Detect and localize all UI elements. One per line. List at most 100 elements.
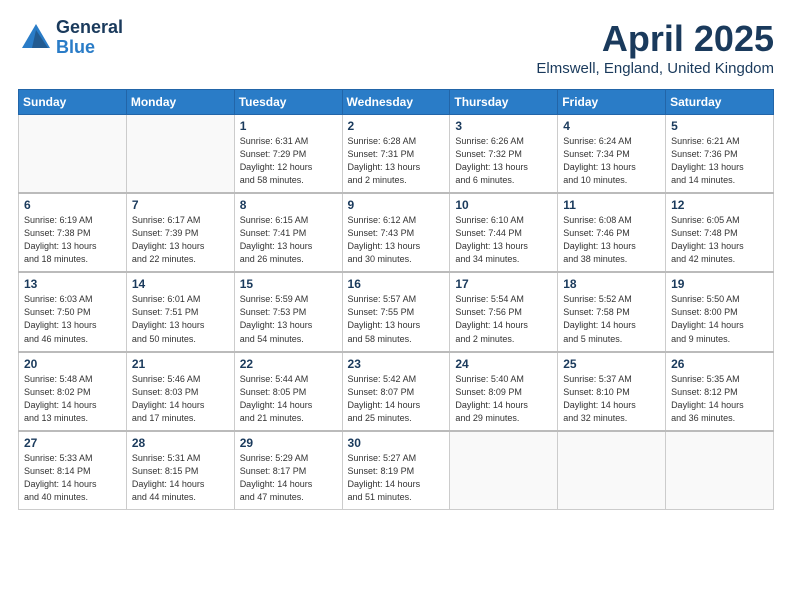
calendar-cell: 10Sunrise: 6:10 AM Sunset: 7:44 PM Dayli… [450,193,558,272]
day-number: 16 [348,277,445,291]
logo-text: General Blue [56,18,123,58]
calendar-cell: 24 Sunrise: 5:40 AM Sunset: 8:09 PM Dayli… [450,352,558,431]
day-number: 2 [348,119,445,133]
calendar-cell [666,431,774,510]
day-number: 22 [240,357,337,371]
day-detail: Sunrise: 5:59 AM Sunset: 7:53 PM Dayligh… [240,293,337,345]
logo: General Blue [18,18,123,58]
calendar-cell: 19 Sunrise: 5:50 AM Sunset: 8:00 PM Dayli… [666,272,774,351]
month-title: April 2025 [536,18,774,60]
day-number: 5 [671,119,768,133]
day-detail: Sunrise: 5:35 AM Sunset: 8:12 PM Dayligh… [671,373,768,425]
day-detail: Sunrise: 6:24 AM Sunset: 7:34 PM Dayligh… [563,135,660,187]
day-number: 7 [132,198,229,212]
calendar-cell: 27Sunrise: 5:33 AM Sunset: 8:14 PM Dayli… [19,431,127,510]
weekday-header-thursday: Thursday [450,90,558,115]
day-number: 20 [24,357,121,371]
calendar-table: SundayMondayTuesdayWednesdayThursdayFrid… [18,89,774,510]
weekday-header-monday: Monday [126,90,234,115]
calendar-cell: 9 Sunrise: 6:12 AM Sunset: 7:43 PM Daylig… [342,193,450,272]
day-number: 30 [348,436,445,450]
calendar-cell: 3 Sunrise: 6:26 AM Sunset: 7:32 PM Daylig… [450,115,558,194]
day-detail: Sunrise: 6:26 AM Sunset: 7:32 PM Dayligh… [455,135,552,187]
day-detail: Sunrise: 6:01 AM Sunset: 7:51 PM Dayligh… [132,293,229,345]
day-detail: Sunrise: 6:21 AM Sunset: 7:36 PM Dayligh… [671,135,768,187]
day-detail: Sunrise: 5:27 AM Sunset: 8:19 PM Dayligh… [348,452,445,504]
day-number: 6 [24,198,121,212]
day-number: 29 [240,436,337,450]
day-detail: Sunrise: 6:03 AM Sunset: 7:50 PM Dayligh… [24,293,121,345]
calendar-cell: 6 Sunrise: 6:19 AM Sunset: 7:38 PM Daylig… [19,193,127,272]
calendar-cell: 14Sunrise: 6:01 AM Sunset: 7:51 PM Dayli… [126,272,234,351]
calendar-cell [558,431,666,510]
calendar-cell [450,431,558,510]
weekday-header-saturday: Saturday [666,90,774,115]
calendar-cell: 1 Sunrise: 6:31 AM Sunset: 7:29 PM Daylig… [234,115,342,194]
day-detail: Sunrise: 5:42 AM Sunset: 8:07 PM Dayligh… [348,373,445,425]
day-detail: Sunrise: 6:28 AM Sunset: 7:31 PM Dayligh… [348,135,445,187]
day-number: 13 [24,277,121,291]
logo-general-text: General [56,18,123,38]
day-detail: Sunrise: 6:15 AM Sunset: 7:41 PM Dayligh… [240,214,337,266]
calendar-cell: 30 Sunrise: 5:27 AM Sunset: 8:19 PM Dayli… [342,431,450,510]
day-detail: Sunrise: 5:57 AM Sunset: 7:55 PM Dayligh… [348,293,445,345]
calendar-cell: 7Sunrise: 6:17 AM Sunset: 7:39 PM Daylig… [126,193,234,272]
day-number: 19 [671,277,768,291]
day-number: 28 [132,436,229,450]
day-detail: Sunrise: 6:08 AM Sunset: 7:46 PM Dayligh… [563,214,660,266]
calendar-cell: 8 Sunrise: 6:15 AM Sunset: 7:41 PM Daylig… [234,193,342,272]
calendar-week-row: 6 Sunrise: 6:19 AM Sunset: 7:38 PM Daylig… [19,193,774,272]
calendar-cell: 12 Sunrise: 6:05 AM Sunset: 7:48 PM Dayli… [666,193,774,272]
weekday-header-wednesday: Wednesday [342,90,450,115]
day-number: 17 [455,277,552,291]
calendar-week-row: 27Sunrise: 5:33 AM Sunset: 8:14 PM Dayli… [19,431,774,510]
calendar-cell: 5 Sunrise: 6:21 AM Sunset: 7:36 PM Daylig… [666,115,774,194]
day-detail: Sunrise: 5:44 AM Sunset: 8:05 PM Dayligh… [240,373,337,425]
calendar-week-row: 20 Sunrise: 5:48 AM Sunset: 8:02 PM Dayli… [19,352,774,431]
day-number: 21 [132,357,229,371]
calendar-cell: 20 Sunrise: 5:48 AM Sunset: 8:02 PM Dayli… [19,352,127,431]
title-block: April 2025 Elmswell, England, United Kin… [536,18,774,77]
day-number: 24 [455,357,552,371]
day-number: 18 [563,277,660,291]
calendar-cell: 2 Sunrise: 6:28 AM Sunset: 7:31 PM Daylig… [342,115,450,194]
day-number: 23 [348,357,445,371]
day-detail: Sunrise: 5:48 AM Sunset: 8:02 PM Dayligh… [24,373,121,425]
day-number: 12 [671,198,768,212]
calendar-cell: 23 Sunrise: 5:42 AM Sunset: 8:07 PM Dayli… [342,352,450,431]
calendar-cell: 18Sunrise: 5:52 AM Sunset: 7:58 PM Dayli… [558,272,666,351]
calendar-cell: 16 Sunrise: 5:57 AM Sunset: 7:55 PM Dayli… [342,272,450,351]
day-number: 15 [240,277,337,291]
day-detail: Sunrise: 5:40 AM Sunset: 8:09 PM Dayligh… [455,373,552,425]
day-number: 4 [563,119,660,133]
day-number: 11 [563,198,660,212]
header: General Blue April 2025 Elmswell, Englan… [18,18,774,77]
weekday-header-tuesday: Tuesday [234,90,342,115]
weekday-header-row: SundayMondayTuesdayWednesdayThursdayFrid… [19,90,774,115]
logo-icon [18,20,54,56]
day-detail: Sunrise: 5:50 AM Sunset: 8:00 PM Dayligh… [671,293,768,345]
logo-blue-text: Blue [56,38,123,58]
calendar-week-row: 1 Sunrise: 6:31 AM Sunset: 7:29 PM Daylig… [19,115,774,194]
day-number: 9 [348,198,445,212]
location-title: Elmswell, England, United Kingdom [536,60,774,77]
day-number: 3 [455,119,552,133]
day-detail: Sunrise: 5:54 AM Sunset: 7:56 PM Dayligh… [455,293,552,345]
calendar-cell: 11 Sunrise: 6:08 AM Sunset: 7:46 PM Dayli… [558,193,666,272]
calendar-week-row: 13 Sunrise: 6:03 AM Sunset: 7:50 PM Dayli… [19,272,774,351]
day-number: 1 [240,119,337,133]
day-detail: Sunrise: 6:12 AM Sunset: 7:43 PM Dayligh… [348,214,445,266]
day-detail: Sunrise: 6:31 AM Sunset: 7:29 PM Dayligh… [240,135,337,187]
weekday-header-friday: Friday [558,90,666,115]
day-detail: Sunrise: 6:05 AM Sunset: 7:48 PM Dayligh… [671,214,768,266]
day-detail: Sunrise: 6:19 AM Sunset: 7:38 PM Dayligh… [24,214,121,266]
day-number: 27 [24,436,121,450]
calendar-cell: 22 Sunrise: 5:44 AM Sunset: 8:05 PM Dayli… [234,352,342,431]
day-number: 8 [240,198,337,212]
day-number: 10 [455,198,552,212]
day-detail: Sunrise: 5:46 AM Sunset: 8:03 PM Dayligh… [132,373,229,425]
weekday-header-sunday: Sunday [19,90,127,115]
day-detail: Sunrise: 5:37 AM Sunset: 8:10 PM Dayligh… [563,373,660,425]
calendar-cell: 4 Sunrise: 6:24 AM Sunset: 7:34 PM Daylig… [558,115,666,194]
day-number: 25 [563,357,660,371]
